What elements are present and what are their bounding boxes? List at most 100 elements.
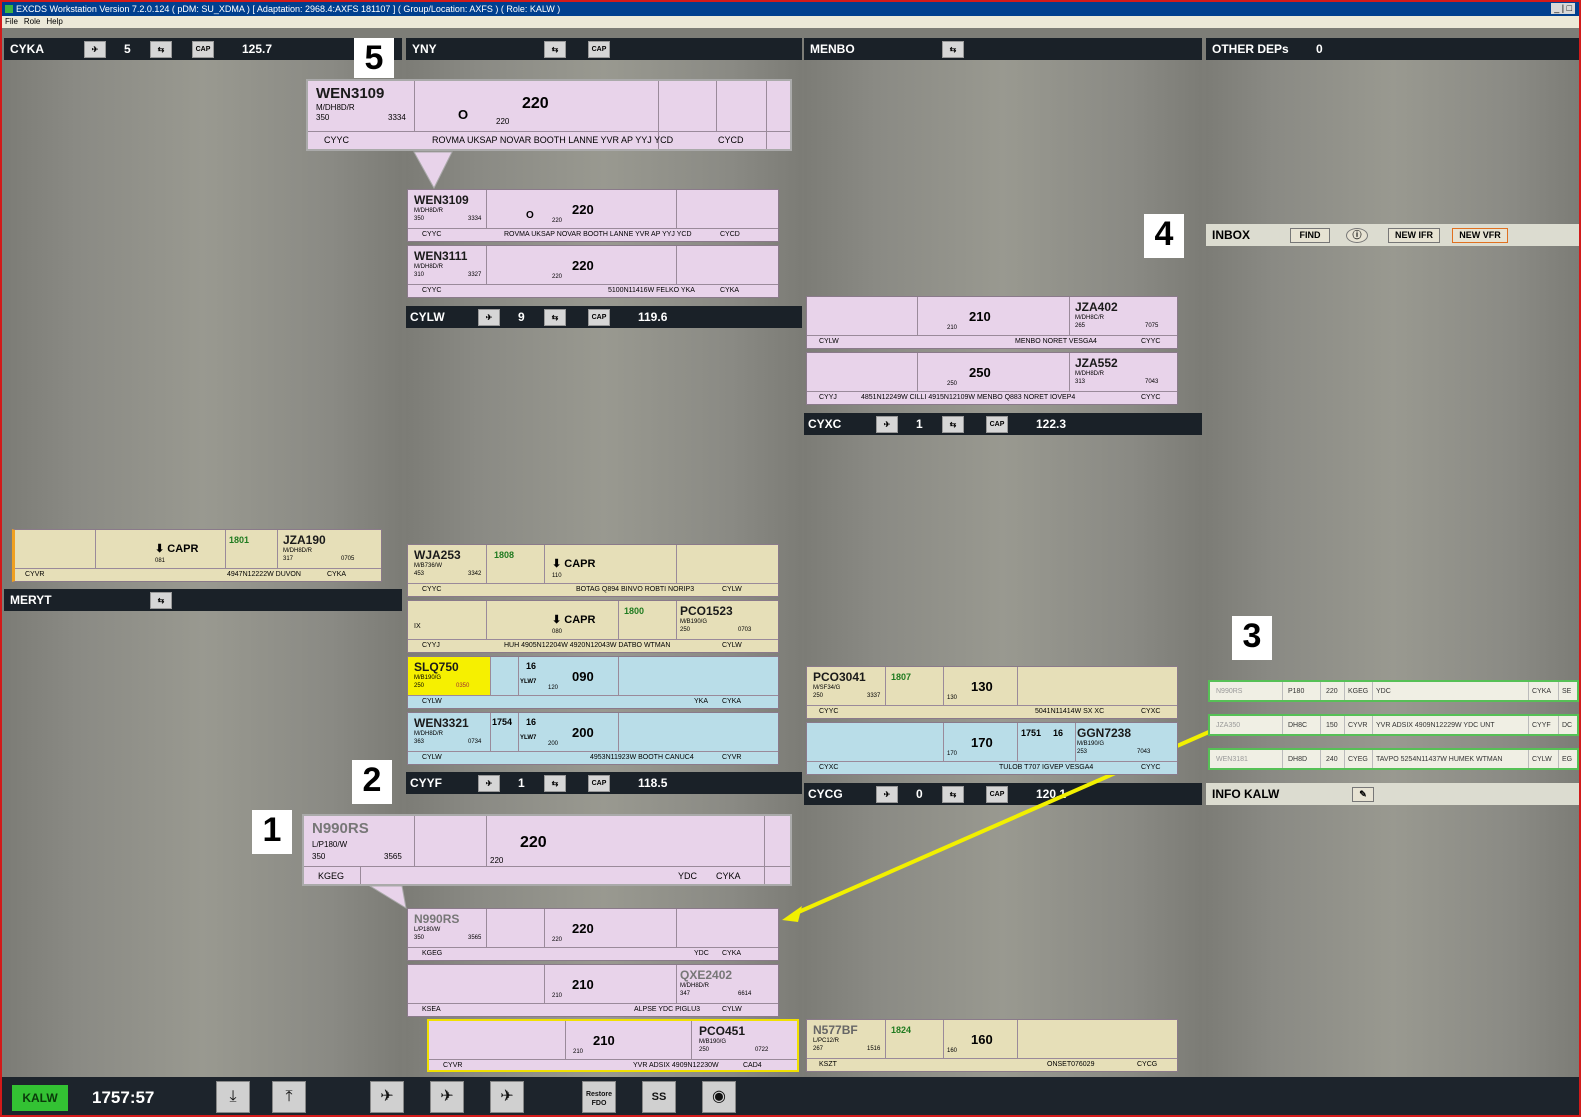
overflight-plane-icon[interactable]: ✈ xyxy=(490,1081,524,1113)
altitude: 250 xyxy=(969,365,991,380)
flight-strip-wja253[interactable]: WJA253 M/B736/W 453 3342 1808 ⬇ CAPR 110… xyxy=(407,544,779,597)
aircraft-type: L/P180/W xyxy=(414,927,441,933)
squawk: 0734 xyxy=(468,739,482,745)
capr-indicator: ⬇ CAPR xyxy=(552,558,596,570)
route: YKA xyxy=(694,698,709,705)
assigned-altitude: 210 xyxy=(552,993,563,999)
destination: CYCG xyxy=(1137,1061,1158,1068)
flight-strip-n577bf[interactable]: N577BF L/PC12/R 267 1516 1824 160 160 KS… xyxy=(806,1019,1178,1072)
aircraft-type: L/P180/W xyxy=(312,840,348,849)
flight-strip-pco451[interactable]: 210 210 PCO451 M/B190/G 250 0722 CYVR YV… xyxy=(427,1019,799,1072)
assigned-altitude: 220 xyxy=(552,218,563,224)
destination: CYYF xyxy=(1532,722,1551,729)
squawk: 0705 xyxy=(341,556,355,562)
departure: CYYC xyxy=(422,586,442,593)
flight-strip-ggn7238[interactable]: 170 170 1751 16 GGN7238 M/B190/G 253 704… xyxy=(806,722,1178,775)
restore-fdo-button[interactable]: Restore FDO xyxy=(582,1081,616,1113)
flight-strip-wen3321[interactable]: WEN3321 M/DH8D/R 363 0734 1754 16 YLW7 2… xyxy=(407,712,779,765)
destination: CYLW xyxy=(722,1006,742,1013)
runway: 16 xyxy=(526,717,537,727)
sid: YLW7 xyxy=(520,735,537,741)
flight-strip-n990rs-magnified[interactable]: N990RS L/P180/W 350 3565 220 220 KGEG YD… xyxy=(302,814,792,886)
route: ALPSE YDC PIGLU3 xyxy=(634,1006,701,1013)
route: MENBO NORET VESGA4 xyxy=(1015,338,1097,345)
squawk: 7075 xyxy=(1145,323,1159,329)
destination: CYKA xyxy=(716,871,741,881)
flight-strip-jza402[interactable]: 210 210 JZA402 M/DH8C/R 265 7075 CYLW ME… xyxy=(806,296,1178,349)
flight-strip-wen3109[interactable]: WEN3109 M/DH8D/R 350 3334 O 220 220 CYYC… xyxy=(407,189,779,242)
callsign: QXE2402 xyxy=(680,968,733,982)
aircraft-type: M/DH8D/R xyxy=(414,264,444,270)
inbox-row[interactable]: JZA350 DH8C 150 CYVR YVR ADSIX 4909N1222… xyxy=(1208,714,1579,736)
destination: CYXC xyxy=(1141,708,1161,715)
o-mark: O xyxy=(526,210,534,221)
aircraft-type: P180 xyxy=(1288,688,1305,695)
callout-1: 1 xyxy=(252,810,292,854)
altitude: 220 xyxy=(572,202,594,217)
departure: CYLW xyxy=(422,698,442,705)
assigned-altitude: 250 xyxy=(947,381,958,387)
ss-button[interactable]: SS xyxy=(642,1081,676,1113)
departure: KGEG xyxy=(422,950,443,957)
departure: CYYJ xyxy=(422,642,440,649)
flight-strip-wen3111[interactable]: WEN3111 M/DH8D/R 310 3327 220 220 CYYC 5… xyxy=(407,245,779,298)
camera-icon[interactable]: ◉ xyxy=(702,1081,736,1113)
aircraft-type: M/B190/G xyxy=(699,1039,727,1045)
download-icon[interactable]: ⤓ xyxy=(216,1081,250,1113)
destination: CYKA xyxy=(1532,688,1552,695)
flight-strip-pco1523[interactable]: IX ⬇ CAPR 080 1800 PCO1523 M/B190/G 250 … xyxy=(407,600,779,653)
extra-field: EG xyxy=(1562,756,1573,763)
squawk: 3565 xyxy=(384,852,402,861)
squawk: 3337 xyxy=(867,693,881,699)
clock: 1757:57 xyxy=(92,1088,155,1107)
destination: CYLW xyxy=(1532,756,1552,763)
speed: 347 xyxy=(680,991,691,997)
callsign: WEN3181 xyxy=(1216,756,1248,763)
destination: CAD4 xyxy=(743,1062,762,1069)
departure: CYYC xyxy=(422,287,442,294)
departure: CYVR xyxy=(443,1062,463,1069)
altitude: 210 xyxy=(572,977,594,992)
flight-strip-qxe2402[interactable]: 210 210 QXE2402 M/DH8D/R 347 6614 KSEA A… xyxy=(407,964,779,1017)
flight-strip-jza552[interactable]: 250 250 JZA552 M/DH8D/R 313 7043 CYYJ 48… xyxy=(806,352,1178,405)
destination: CYVR xyxy=(722,754,742,761)
speed: 350 xyxy=(414,935,425,941)
speed: 250 xyxy=(813,693,824,699)
flight-strip-pco3041[interactable]: PCO3041 M/SF34/G 250 3337 1807 130 130 C… xyxy=(806,666,1178,719)
squawk: 3342 xyxy=(468,571,482,577)
callsign: SLQ750 xyxy=(414,660,459,674)
squawk: 3327 xyxy=(468,272,482,278)
assigned-altitude: 120 xyxy=(548,685,559,691)
inbox-row[interactable]: N990RS P180 220 KGEG YDC CYKA SE xyxy=(1208,680,1579,702)
speed: 317 xyxy=(283,556,294,562)
upload-icon[interactable]: ⤒ xyxy=(272,1081,306,1113)
destination: CYLW xyxy=(722,586,742,593)
route: YDC xyxy=(1376,688,1391,695)
squawk: 1516 xyxy=(867,1046,881,1052)
departure: KSZT xyxy=(819,1061,837,1068)
assigned-altitude: 160 xyxy=(947,1048,958,1054)
flight-strip-slq750[interactable]: SLQ750 M/B190/G 250 0350 16 YLW7 090 120… xyxy=(407,656,779,709)
flight-strip-jza190[interactable]: ⬇ CAPR 081 1801 JZA190 M/DH8D/R 317 0705… xyxy=(12,529,382,582)
speed: 250 xyxy=(699,1047,710,1053)
flight-strip-n990rs[interactable]: N990RS L/P180/W 350 3565 220 220 KGEG YD… xyxy=(407,908,779,961)
altitude: 220 xyxy=(1326,688,1338,695)
callsign: WEN3321 xyxy=(414,716,469,730)
position-indicator[interactable]: KALW xyxy=(12,1085,68,1111)
speed: 313 xyxy=(1075,379,1086,385)
departure: CYVR xyxy=(25,571,45,578)
destination: CYKA xyxy=(720,287,740,294)
altitude: 210 xyxy=(593,1033,615,1048)
squawk: 6614 xyxy=(738,991,752,997)
arrival-plane-icon[interactable]: ✈ xyxy=(430,1081,464,1113)
inbox-row[interactable]: WEN3181 DH8D 240 CYEG TAVPO 5254N11437W … xyxy=(1208,748,1579,770)
route: YVR ADSIX 4909N12229W YDC UNT xyxy=(1376,722,1495,729)
capr-indicator: ⬇ CAPR xyxy=(155,543,199,555)
departure-plane-icon[interactable]: ✈ xyxy=(370,1081,404,1113)
route: 4953N11923W BOOTH CANUC4 xyxy=(590,754,694,761)
extra-field: SE xyxy=(1562,688,1572,695)
aircraft-type: M/B190/G xyxy=(1077,741,1105,747)
extra-field: DC xyxy=(1562,722,1573,729)
altitude: 220 xyxy=(572,258,594,273)
callout-3: 3 xyxy=(1232,616,1272,660)
